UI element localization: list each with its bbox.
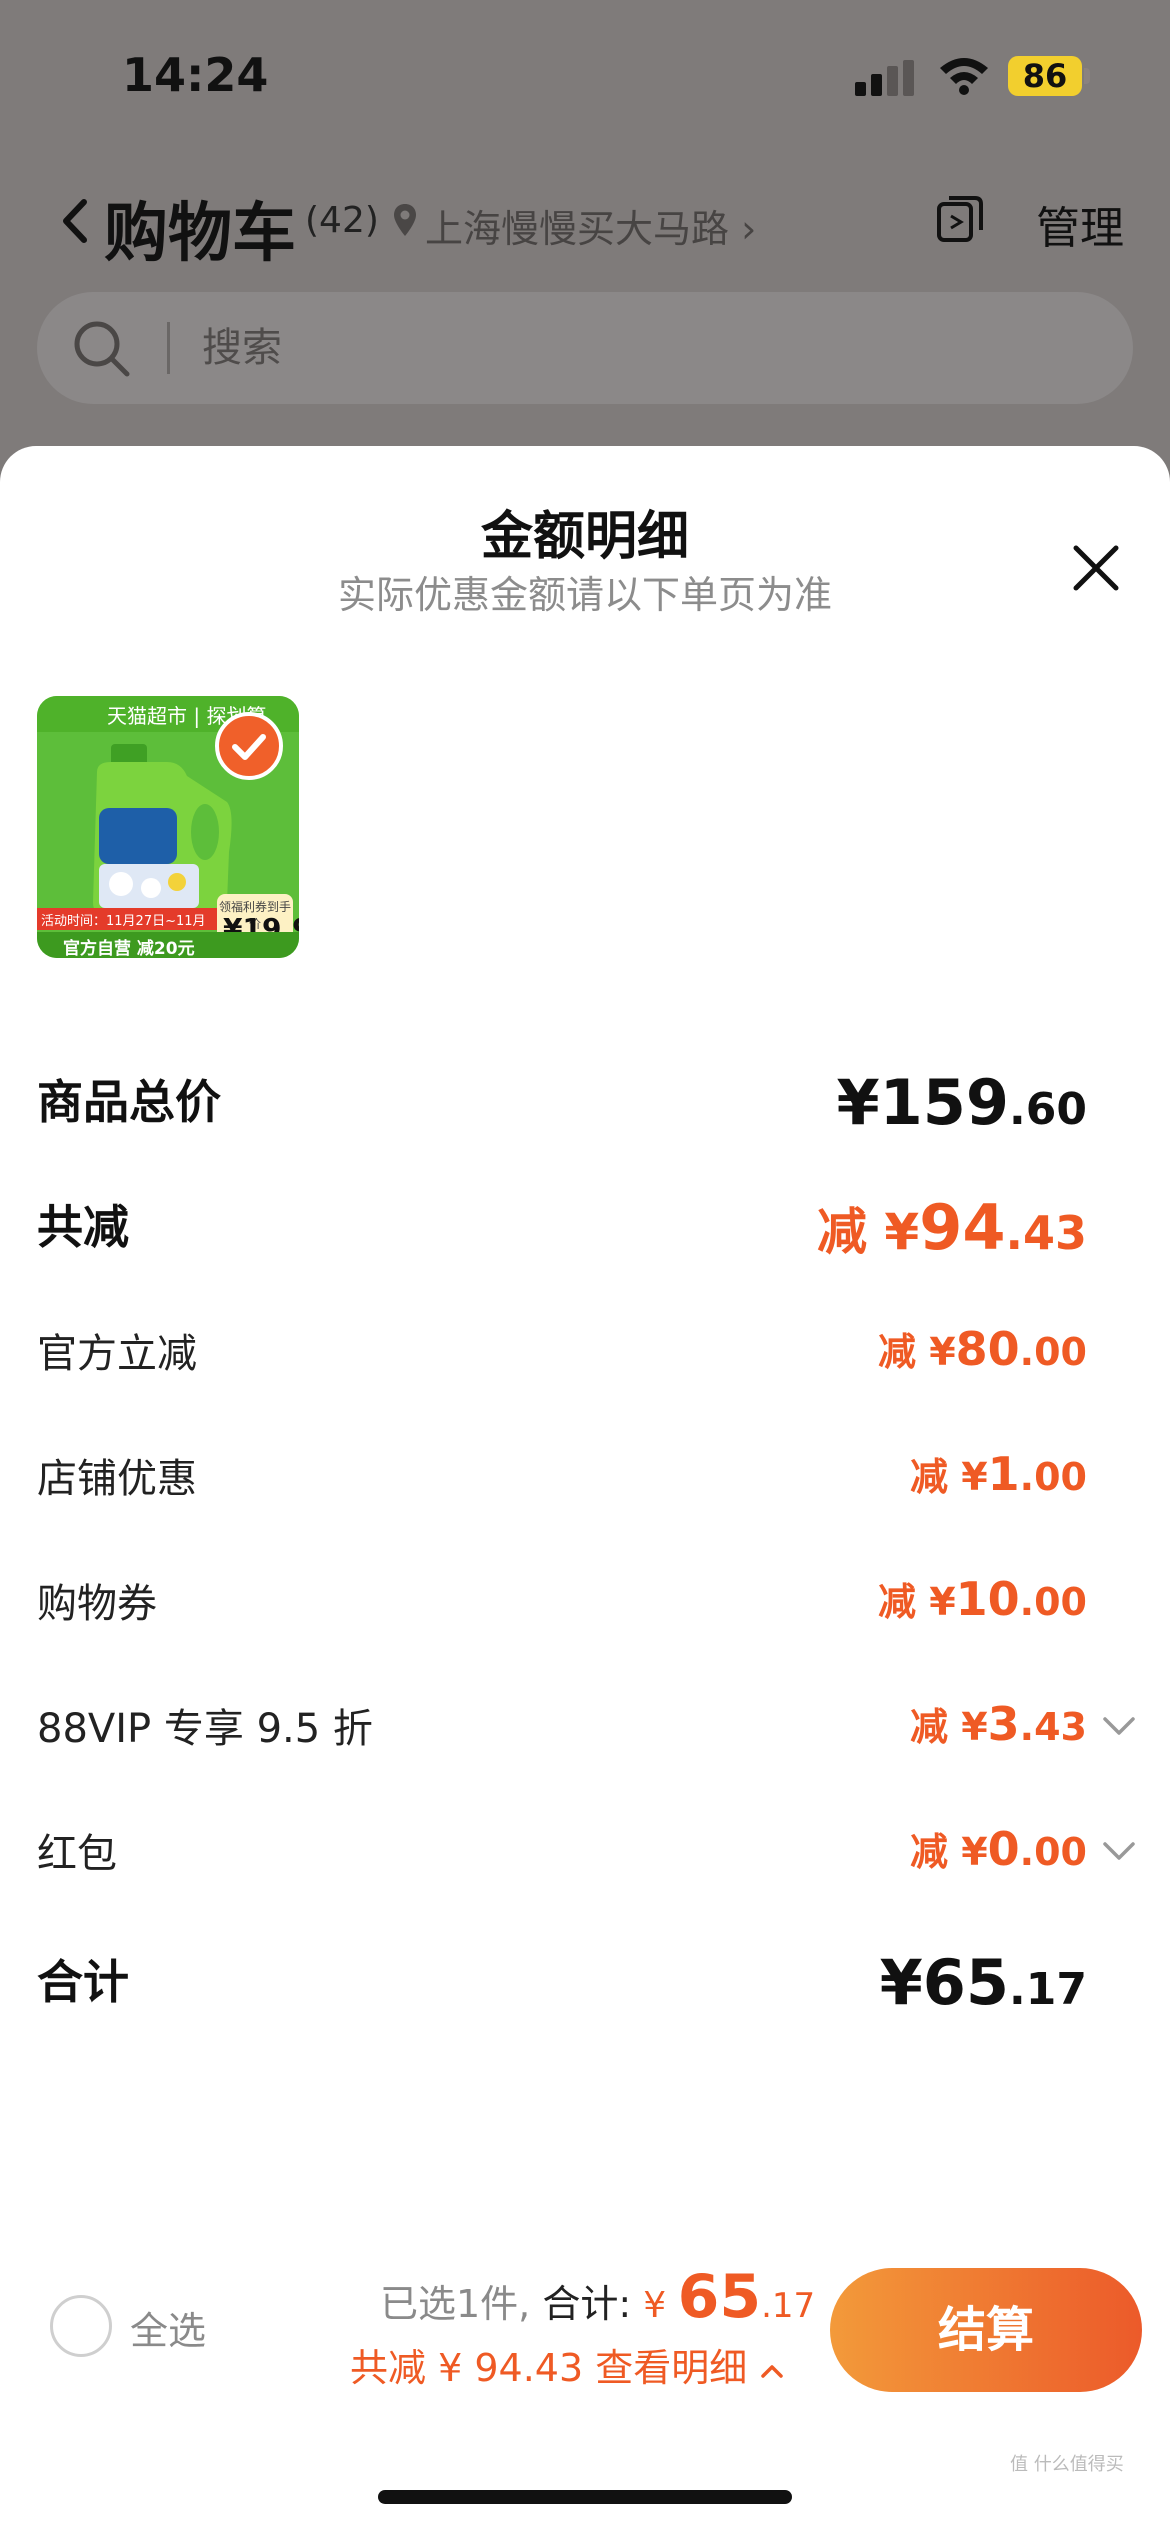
discount-value: 减 ¥80.00 [877, 1322, 1087, 1376]
total-price-value: ¥159.60 [836, 1066, 1087, 1139]
total-integer: 65 [677, 2262, 762, 2332]
total-decimal: .17 [761, 2286, 816, 2326]
battery-tip-icon [1084, 68, 1090, 84]
wifi-icon [940, 58, 988, 95]
selected-count-text: 已选1件, [380, 2282, 543, 2326]
grand-total-value: ¥65.17 [879, 1946, 1087, 2019]
select-all-label[interactable]: 全选 [130, 2300, 206, 2355]
home-indicator [378, 2490, 792, 2504]
status-time: 14:24 [122, 48, 269, 102]
discount-label: 店铺优惠 [37, 1456, 197, 1502]
chevron-down-icon[interactable] [1101, 1839, 1137, 1863]
total-label: 合计: [542, 2282, 644, 2326]
delivery-location-link[interactable]: 上海慢慢买大马路 › [425, 198, 756, 253]
cellular-signal-icon [855, 60, 915, 96]
detergent-bottle-image [93, 744, 232, 916]
discount-value: 减 ¥10.00 [877, 1572, 1087, 1626]
discount-row-red-packet[interactable]: 红包 减 ¥0.00 [37, 1821, 1137, 1901]
grand-total-label: 合计 [37, 1955, 129, 2009]
view-detail-link[interactable]: 共减 ¥ 94.43 查看明细 [350, 2337, 785, 2392]
multi-window-icon[interactable] [935, 194, 985, 246]
status-bar: 14:24 86 [0, 0, 1170, 150]
product-thumbnail[interactable]: 天猫超市 | 探划算 活动时间：11月27日~11月29日 领福利券到手价 ¥1… [37, 696, 299, 958]
discount-label: 官方立减 [37, 1331, 197, 1377]
selected-check-icon[interactable] [215, 712, 283, 780]
sheet-title: 金额明细 [480, 507, 689, 567]
discount-row-voucher: 购物券 减 ¥10.00 [37, 1571, 1137, 1651]
chevron-down-icon[interactable] [1101, 1714, 1137, 1738]
background-page: 14:24 86 购物车 (42) 上海慢慢买大马路 › 管理 搜索 [0, 0, 1170, 460]
page-title: 购物车 [104, 197, 296, 271]
discount-row-official: 官方立减 减 ¥80.00 [37, 1321, 1137, 1401]
discount-row-store: 店铺优惠 减 ¥1.00 [37, 1446, 1137, 1526]
search-divider [167, 322, 170, 374]
manage-button[interactable]: 管理 [1036, 192, 1124, 256]
chevron-up-icon [761, 2364, 784, 2378]
discount-row-88vip[interactable]: 88VIP 专享 9.5 折 减 ¥3.43 [37, 1696, 1137, 1776]
discount-value: 减 ¥3.43 [909, 1697, 1087, 1751]
total-discount-row: 共减 减 ¥94.43 [37, 1191, 1137, 1271]
total-discount-label: 共减 [37, 1200, 129, 1254]
cart-item-count: (42) [305, 200, 379, 241]
total-yen: ¥ [643, 2285, 678, 2326]
discount-value: 减 ¥0.00 [909, 1822, 1087, 1876]
selected-summary: 已选1件, 合计: ¥ 65.17 [380, 2262, 815, 2332]
search-input[interactable] [202, 312, 1002, 384]
sheet-subtitle: 实际优惠金额请以下单页为准 [337, 573, 832, 617]
back-chevron-icon[interactable] [56, 196, 92, 246]
discount-label: 88VIP 专享 9.5 折 [37, 1706, 373, 1752]
search-bar[interactable] [37, 292, 1133, 404]
close-icon[interactable] [1068, 540, 1124, 596]
promo-period-strip: 活动时间：11月27日~11月29日 [37, 908, 217, 948]
grand-total-row: 合计 ¥65.17 [37, 1946, 1137, 2026]
total-price-row: 商品总价 ¥159.60 [37, 1066, 1137, 1146]
discount-label: 红包 [37, 1831, 117, 1877]
discount-label: 购物券 [37, 1581, 157, 1627]
total-price-label: 商品总价 [37, 1075, 221, 1129]
select-all-checkbox[interactable] [50, 2295, 112, 2357]
checkout-button[interactable]: 结算 [830, 2268, 1142, 2392]
location-pin-icon [394, 204, 416, 236]
cart-header: 购物车 (42) 上海慢慢买大马路 › 管理 [0, 170, 1170, 271]
amount-detail-sheet: 金额明细 实际优惠金额请以下单页为准 天猫超市 | 探划算 活动时间：11月27… [0, 446, 1170, 2532]
battery-level: 86 [1008, 56, 1082, 96]
discount-summary-text: 共减 ¥ 94.43 查看明细 [350, 2346, 748, 2390]
watermark-text: 值 什么值得买 [1010, 2454, 1124, 2475]
search-icon [74, 321, 130, 377]
product-bottom-text: 官方自营 减20元 [63, 939, 195, 958]
discount-value: 减 ¥1.00 [909, 1447, 1087, 1501]
total-discount-value: 减 ¥94.43 [817, 1191, 1087, 1264]
product-bottom-strip: 官方自营 减20元 [37, 932, 299, 958]
